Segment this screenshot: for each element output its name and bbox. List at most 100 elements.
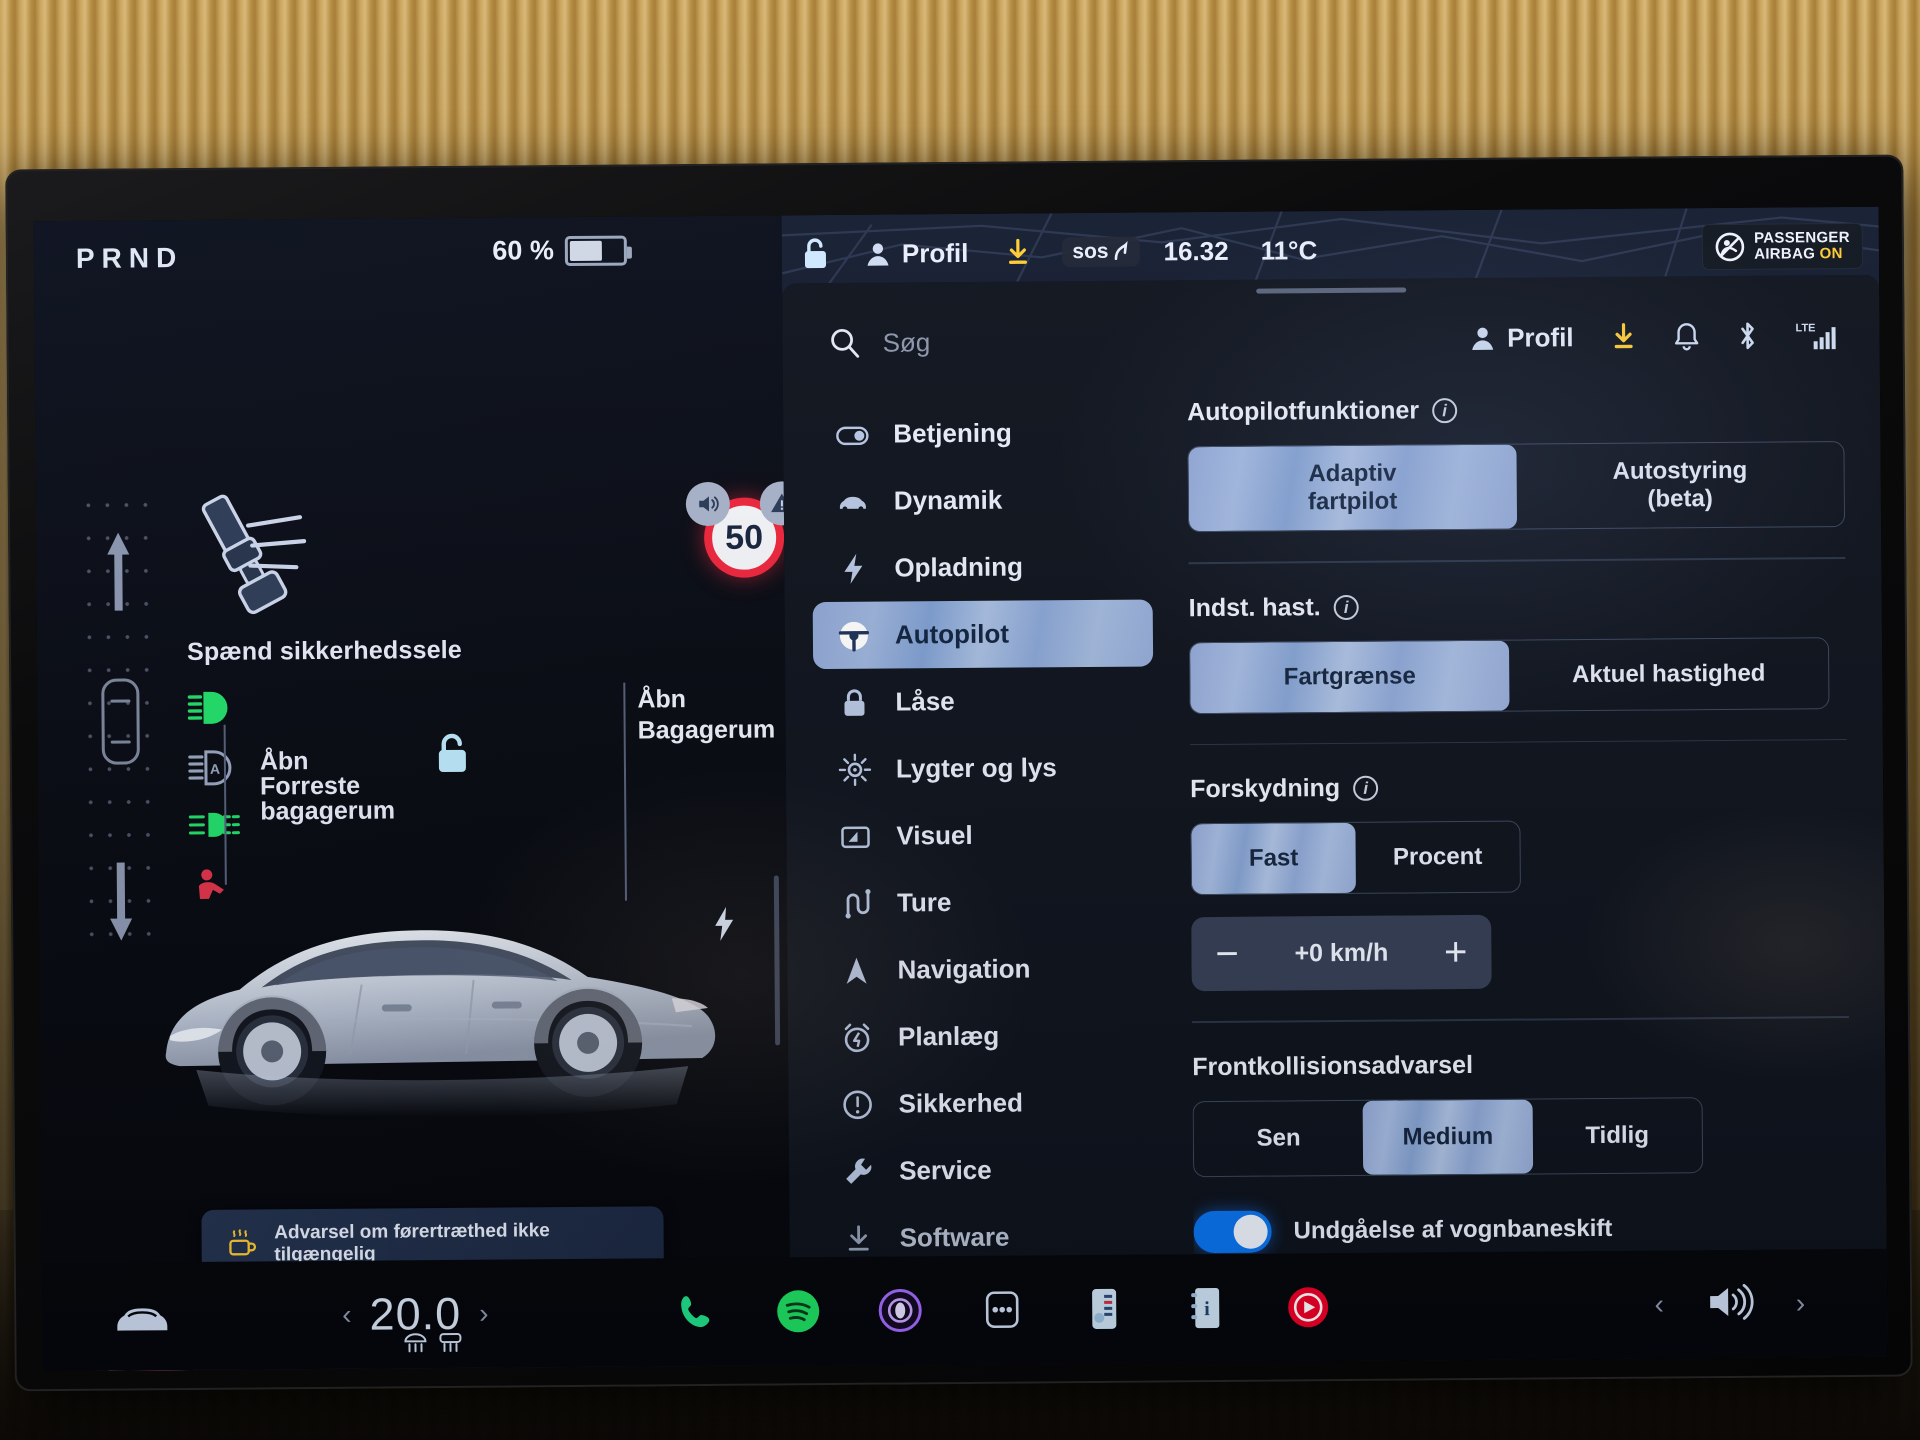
divider bbox=[1189, 738, 1847, 746]
search-icon bbox=[831, 329, 860, 358]
lane-assist-toggle[interactable] bbox=[1193, 1210, 1272, 1253]
offset-decrement-button[interactable]: − bbox=[1215, 932, 1239, 976]
notifications-button[interactable] bbox=[1673, 321, 1699, 351]
menu-label: Dynamik bbox=[893, 484, 1003, 516]
menu-label: Software bbox=[899, 1221, 1010, 1253]
rear-trunk-label-line1: Åbn bbox=[637, 685, 687, 714]
speed-limit-sign[interactable]: 50 bbox=[685, 481, 805, 582]
menu-item-autopilot[interactable]: Autopilot bbox=[812, 599, 1154, 670]
divider bbox=[1188, 557, 1846, 564]
option-autostyring-beta[interactable]: Autostyring (beta) bbox=[1516, 442, 1844, 529]
foglight-icon bbox=[188, 812, 242, 837]
tesla-screen-bezel: PRND 60 % 50 Spænd sikkerhedssele A Åbn … bbox=[5, 154, 1913, 1392]
driving-visualization-panel: PRND 60 % 50 Spænd sikkerhedssele A Åbn … bbox=[33, 215, 805, 1372]
spotify-icon[interactable] bbox=[774, 1287, 822, 1335]
menu-item-service[interactable]: Service bbox=[817, 1135, 1158, 1205]
option-adaptiv-fartpilot[interactable]: Adaptiv fartpilot bbox=[1188, 444, 1517, 532]
coffee-cup-icon bbox=[229, 1229, 257, 1256]
unlock-status-icon[interactable] bbox=[800, 236, 832, 272]
sun-icon bbox=[838, 753, 872, 786]
software-download-icon[interactable] bbox=[1004, 237, 1032, 267]
option-procent[interactable]: Procent bbox=[1355, 822, 1520, 893]
menu-item-laase[interactable]: Låse bbox=[813, 666, 1154, 736]
option-tidlig[interactable]: Tidlig bbox=[1532, 1098, 1702, 1173]
car-controls-button[interactable] bbox=[112, 1294, 172, 1338]
option-medium[interactable]: Medium bbox=[1362, 1099, 1533, 1175]
temp-decrease-button[interactable]: ‹ bbox=[342, 1299, 352, 1331]
panel-scrollbar[interactable] bbox=[773, 875, 781, 1046]
option-fartgraense[interactable]: Fartgrænse bbox=[1189, 640, 1510, 713]
bolt-icon bbox=[844, 553, 863, 584]
info-icon[interactable]: i bbox=[1431, 398, 1458, 424]
status-profile[interactable]: Profil bbox=[864, 237, 969, 269]
option-fast[interactable]: Fast bbox=[1191, 822, 1356, 895]
front-trunk-label-line3: bagagerum bbox=[260, 796, 396, 826]
offset-increment-button[interactable]: + bbox=[1444, 930, 1468, 974]
menu-item-dynamik[interactable]: Dynamik bbox=[812, 465, 1153, 535]
set-speed-segmented: Fartgrænse Aktuel hastighed bbox=[1188, 636, 1830, 714]
volume-next-button[interactable]: › bbox=[1796, 1287, 1806, 1319]
volume-icon[interactable] bbox=[1704, 1279, 1756, 1328]
offset-stepper: − +0 km/h + bbox=[1191, 914, 1492, 992]
menu-item-lygter-og-lys[interactable]: Lygter og lys bbox=[814, 733, 1155, 803]
battery-status[interactable]: 60 % bbox=[492, 235, 628, 267]
download-icon bbox=[848, 1224, 869, 1251]
volume-controls: ‹ › bbox=[1654, 1279, 1805, 1329]
menu-item-planlaeg[interactable]: Planlæg bbox=[816, 1001, 1157, 1071]
menu-item-betjening[interactable]: Betjening bbox=[811, 398, 1152, 468]
top-profile-button[interactable]: Profil bbox=[1468, 322, 1574, 354]
defroster-indicators bbox=[402, 1332, 463, 1354]
lock-icon bbox=[844, 688, 865, 716]
bottom-taskbar: ‹ 20.0 › i ‹ › bbox=[41, 1248, 1888, 1372]
tesla-touchscreen: PRND 60 % 50 Spænd sikkerhedssele A Åbn … bbox=[33, 206, 1888, 1372]
cellular-signal[interactable]: LTE bbox=[1795, 319, 1839, 351]
climate-icon[interactable] bbox=[1080, 1285, 1128, 1333]
option-line1: Autostyring bbox=[1612, 456, 1748, 486]
menu-label: Lygter og lys bbox=[895, 752, 1057, 784]
sos-button[interactable]: sos bbox=[1062, 236, 1140, 268]
front-defrost-icon[interactable] bbox=[402, 1332, 428, 1354]
youtube-music-icon[interactable] bbox=[1284, 1283, 1332, 1331]
offset-value: +0 km/h bbox=[1294, 938, 1389, 967]
phone-icon[interactable] bbox=[672, 1288, 720, 1336]
settings-top-bar: Søg Profil LTE bbox=[782, 299, 1880, 380]
menu-item-opladning[interactable]: Opladning bbox=[812, 532, 1153, 602]
rear-defrost-icon[interactable] bbox=[437, 1332, 463, 1354]
temp-increase-button[interactable]: › bbox=[479, 1298, 489, 1330]
menu-item-sikkerhed[interactable]: Sikkerhed bbox=[816, 1068, 1157, 1138]
lane-assist-toggle-row: Undgåelse af vognbaneskift bbox=[1193, 1206, 1850, 1253]
settings-sheet: Søg Profil LTE Betjening Dynamik Opladni… bbox=[782, 274, 1888, 1366]
info-icon[interactable]: i bbox=[1353, 775, 1379, 801]
tidal-icon[interactable] bbox=[876, 1286, 924, 1334]
search-input[interactable]: Søg bbox=[828, 326, 930, 359]
autobeam-icon: A bbox=[188, 750, 232, 786]
forward-collision-segmented: Sen Medium Tidlig bbox=[1192, 1096, 1704, 1177]
menu-label: Betjening bbox=[893, 417, 1012, 449]
bluetooth-button[interactable] bbox=[1735, 320, 1759, 352]
info-icon[interactable]: i bbox=[1333, 594, 1359, 620]
lane-assist-label: Undgåelse af vognbaneskift bbox=[1293, 1214, 1613, 1244]
front-trunk-label-line2: Forreste bbox=[259, 771, 361, 801]
unlock-icon[interactable] bbox=[433, 731, 473, 775]
offset-segmented: Fast Procent bbox=[1190, 820, 1521, 896]
menu-item-ture[interactable]: Ture bbox=[815, 867, 1156, 937]
option-sen[interactable]: Sen bbox=[1194, 1100, 1364, 1175]
wrench-icon bbox=[846, 1157, 872, 1184]
lowbeam-icon bbox=[187, 691, 228, 724]
steering-icon bbox=[838, 621, 869, 652]
divider bbox=[1191, 1016, 1849, 1023]
option-aktuel-hastighed[interactable]: Aktuel hastighed bbox=[1509, 638, 1829, 711]
menu-item-visuel[interactable]: Visuel bbox=[814, 800, 1155, 870]
autopilot-features-segmented: Adaptiv fartpilot Autostyring (beta) bbox=[1187, 441, 1846, 533]
menu-label: Opladning bbox=[894, 551, 1024, 583]
front-trunk-label-line1: Åbn bbox=[259, 747, 309, 776]
menu-item-navigation[interactable]: Navigation bbox=[815, 934, 1156, 1004]
top-download-button[interactable] bbox=[1609, 322, 1637, 352]
more-icon[interactable] bbox=[978, 1285, 1026, 1333]
ego-car-outline-icon bbox=[101, 678, 140, 765]
volume-previous-button[interactable]: ‹ bbox=[1654, 1288, 1664, 1320]
manual-icon[interactable]: i bbox=[1182, 1284, 1230, 1332]
rear-trunk-label: Åbn Bagagerum bbox=[637, 683, 775, 745]
vehicle-render bbox=[165, 930, 716, 1118]
download-icon bbox=[1614, 323, 1633, 349]
